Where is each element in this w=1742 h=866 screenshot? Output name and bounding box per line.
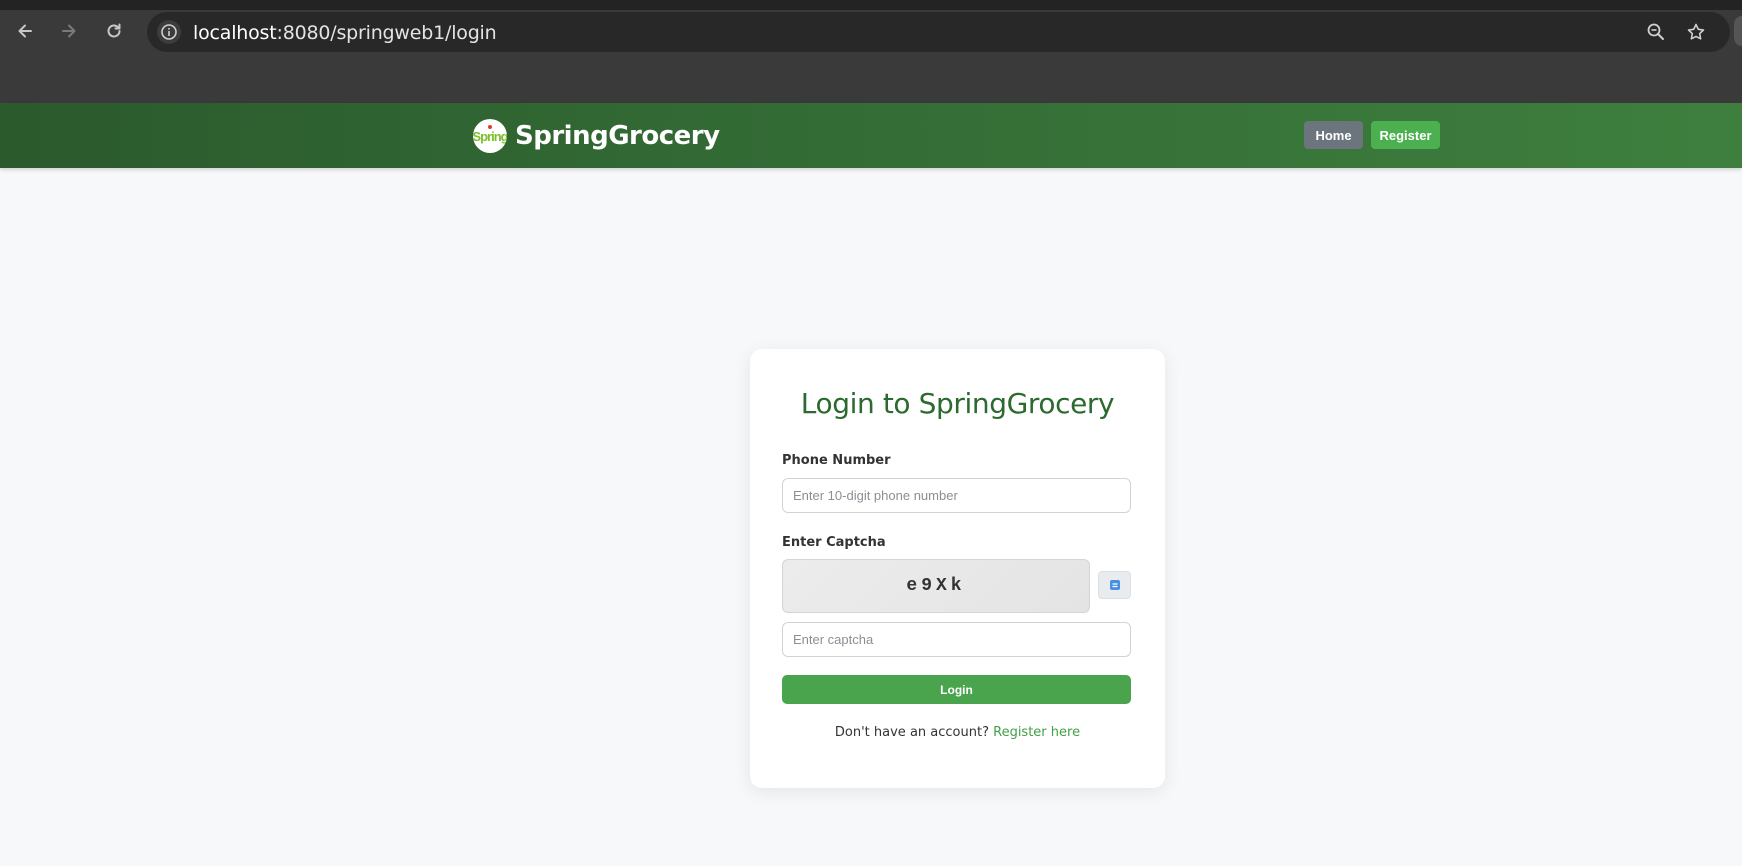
captcha-code: e9Xk bbox=[906, 576, 966, 596]
logo-dot bbox=[488, 125, 492, 129]
phone-label: Phone Number bbox=[782, 453, 891, 468]
brand[interactable]: Spring SpringGrocery bbox=[473, 119, 720, 153]
login-title: Login to SpringGrocery bbox=[800, 387, 1115, 420]
login-button[interactable]: Login bbox=[782, 675, 1131, 704]
logo: Spring bbox=[473, 119, 507, 153]
back-button[interactable] bbox=[8, 14, 42, 48]
url-text: localhost:8080/springweb1/login bbox=[193, 22, 497, 44]
forward-button[interactable] bbox=[52, 14, 86, 48]
register-prompt-text: Don't have an account? bbox=[834, 725, 989, 740]
address-bar[interactable]: localhost:8080/springweb1/login bbox=[147, 12, 1730, 52]
captcha-input[interactable] bbox=[782, 622, 1131, 657]
star-icon bbox=[1687, 23, 1705, 40]
bookmark-button[interactable] bbox=[1684, 20, 1708, 44]
site-header: Spring SpringGrocery Home Register bbox=[0, 103, 1742, 168]
reload-button[interactable] bbox=[97, 14, 131, 48]
captcha-image: e9Xk bbox=[782, 559, 1090, 613]
reload-icon bbox=[107, 23, 121, 38]
browser-toolbar: localhost:8080/springweb1/login bbox=[0, 0, 1742, 62]
profile-button[interactable] bbox=[1734, 16, 1742, 46]
register-button[interactable]: Register bbox=[1371, 121, 1440, 149]
zoom-button[interactable] bbox=[1644, 20, 1668, 44]
home-button[interactable]: Home bbox=[1304, 121, 1363, 149]
phone-input[interactable] bbox=[782, 478, 1131, 513]
arrow-left-icon bbox=[18, 24, 32, 38]
bookmarks-bar bbox=[0, 62, 1742, 103]
captcha-refresh-button[interactable] bbox=[1098, 571, 1131, 599]
tab-strip bbox=[0, 0, 1742, 10]
captcha-label: Enter Captcha bbox=[782, 535, 886, 550]
login-card: Login to SpringGrocery Phone Number Ente… bbox=[750, 349, 1165, 788]
zoom-out-icon bbox=[1647, 23, 1664, 40]
url-host: localhost bbox=[193, 22, 277, 44]
arrow-right-icon bbox=[62, 24, 76, 38]
url-path: :8080/springweb1/login bbox=[276, 22, 497, 44]
register-prompt: Don't have an account? Register here bbox=[750, 725, 1165, 740]
register-link[interactable]: Register here bbox=[993, 725, 1080, 740]
brand-name: SpringGrocery bbox=[515, 121, 720, 151]
site-info-button[interactable] bbox=[157, 20, 181, 44]
logo-text: Spring bbox=[473, 128, 507, 144]
info-icon bbox=[161, 24, 177, 40]
refresh-icon bbox=[1109, 580, 1120, 590]
